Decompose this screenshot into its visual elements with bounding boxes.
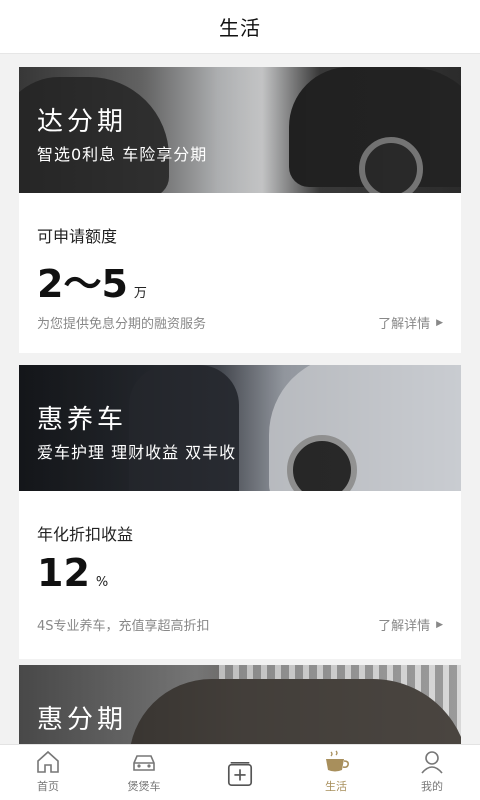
arrow-right-icon: ▶ xyxy=(436,317,443,328)
annual-discount-value: 12 % xyxy=(37,551,109,595)
user-icon xyxy=(418,749,446,775)
nav-bar: 生活 xyxy=(0,0,480,54)
credit-limit-label: 可申请额度 xyxy=(37,227,118,246)
installment-banner[interactable]: 达分期 智选0利息 车险享分期 xyxy=(19,67,461,193)
page-title: 生活 xyxy=(219,16,261,40)
add-box-icon xyxy=(226,757,254,791)
tab-cars[interactable]: 煲煲车 xyxy=(96,745,192,800)
unit-label: % xyxy=(95,575,109,590)
car-care-card[interactable]: 惠养车 爱车护理 理财收益 双丰收 年化折扣收益 12 % 4S专业养车，充值享… xyxy=(19,365,461,659)
card-description: 4S专业养车，充值享超高折扣 xyxy=(37,619,210,634)
car-icon xyxy=(130,749,158,775)
learn-more-link[interactable]: 了解详情 ▶ xyxy=(378,615,443,634)
coffee-cup-icon xyxy=(322,749,350,775)
preferential-installment-card[interactable]: 惠分期 xyxy=(19,665,461,744)
installment-card[interactable]: 达分期 智选0利息 车险享分期 可申请额度 2～5 万 为您提供免息分期的融资服… xyxy=(19,67,461,353)
tab-bar: 首页 煲煲车 生活 我的 xyxy=(0,744,480,800)
learn-more-link[interactable]: 了解详情 ▶ xyxy=(378,313,443,332)
home-icon xyxy=(34,749,62,775)
arrow-right-icon: ▶ xyxy=(436,619,443,630)
car-care-banner[interactable]: 惠养车 爱车护理 理财收益 双丰收 xyxy=(19,365,461,491)
tab-add[interactable] xyxy=(192,745,288,800)
banner-title: 惠分期 xyxy=(37,705,128,735)
credit-limit-value: 2～5 万 xyxy=(37,262,147,306)
banner-title: 惠养车 xyxy=(37,405,128,435)
tab-life[interactable]: 生活 xyxy=(288,745,384,800)
tab-profile[interactable]: 我的 xyxy=(384,745,480,800)
banner-title: 达分期 xyxy=(37,107,128,137)
banner-subtitle: 智选0利息 车险享分期 xyxy=(37,145,208,164)
content-scroll[interactable]: 达分期 智选0利息 车险享分期 可申请额度 2～5 万 为您提供免息分期的融资服… xyxy=(0,54,480,744)
annual-discount-label: 年化折扣收益 xyxy=(37,525,134,544)
preferential-installment-banner[interactable]: 惠分期 xyxy=(19,665,461,744)
unit-label: 万 xyxy=(133,286,147,301)
tab-home[interactable]: 首页 xyxy=(0,745,96,800)
banner-subtitle: 爱车护理 理财收益 双丰收 xyxy=(37,443,237,462)
card-description: 为您提供免息分期的融资服务 xyxy=(37,317,207,332)
